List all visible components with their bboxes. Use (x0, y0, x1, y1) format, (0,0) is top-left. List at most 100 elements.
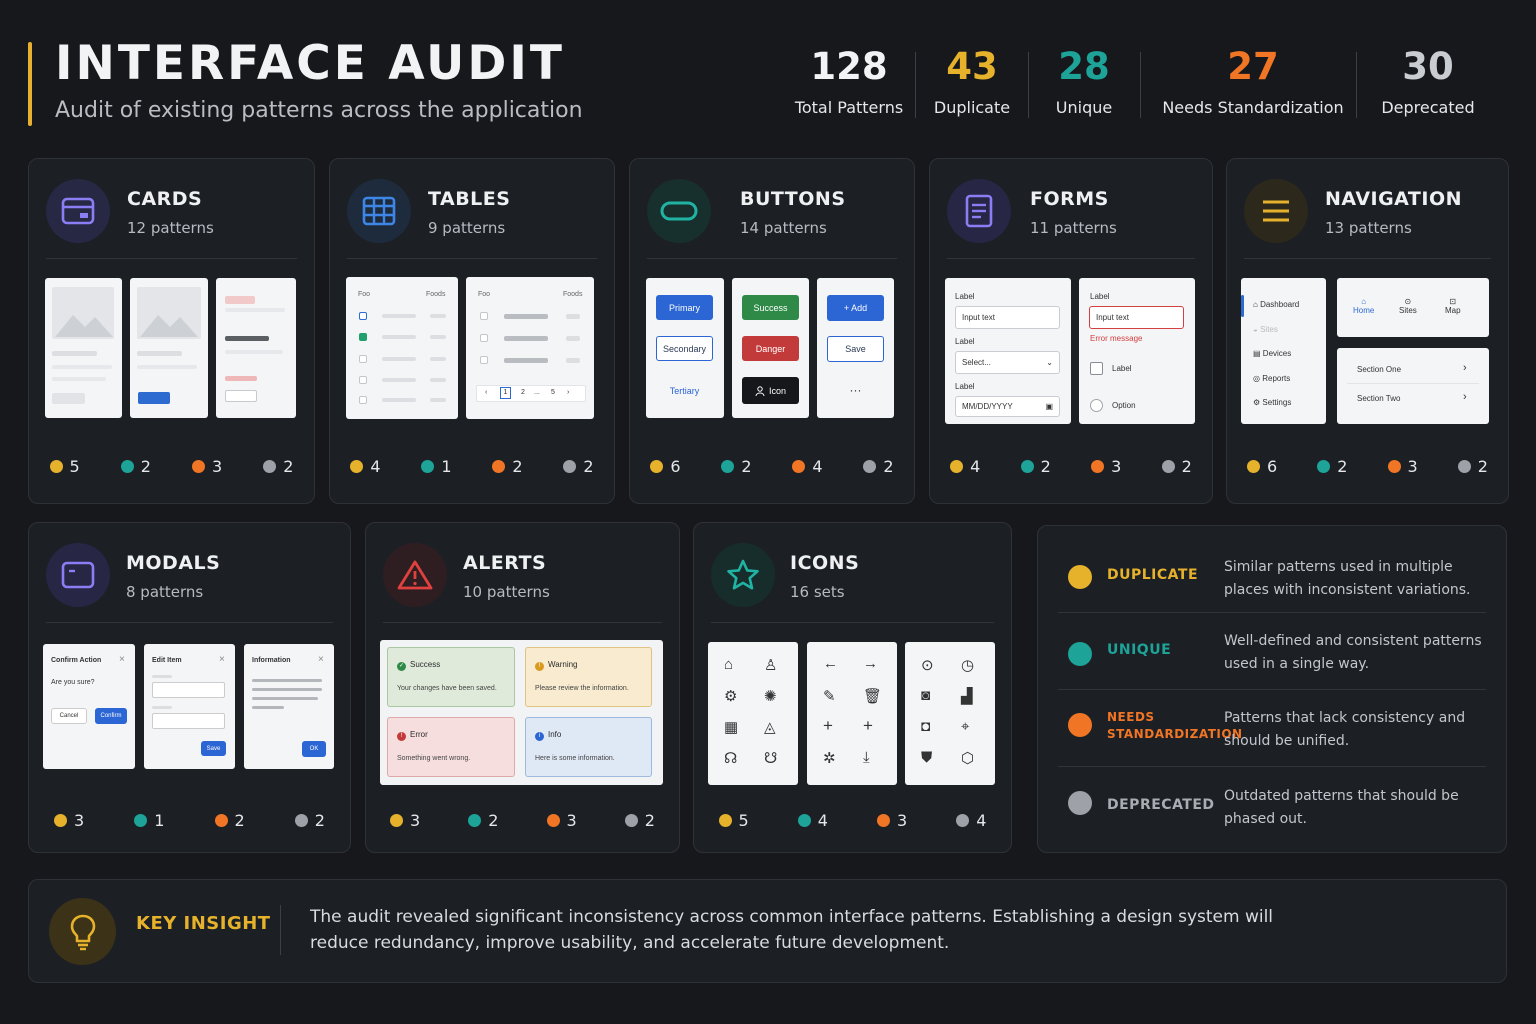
button-preview-3: + Add Save ··· (817, 278, 894, 418)
count-needs-standardization: 3 (192, 457, 222, 476)
count-duplicate: 5 (718, 811, 749, 830)
card-icon (46, 179, 110, 243)
error-icon: ! (397, 732, 406, 741)
edit-icon: ✎ (823, 688, 836, 705)
category-card-cards[interactable]: CARDS 12 patterns 5 2 3 2 (28, 158, 315, 504)
count-needs-standardization: 3 (1091, 457, 1121, 476)
category-count: 16 sets (790, 583, 845, 601)
stat-value: 27 (1227, 45, 1279, 88)
alert-info: i Info Here is some information. (525, 717, 652, 777)
chevron-right-icon: › (1463, 391, 1467, 403)
category-count: 12 patterns (127, 219, 214, 237)
form-preview-1: Label Input text Label Select... ⌄ Label … (945, 278, 1071, 424)
pattern-counts: 5 2 3 2 (29, 457, 314, 476)
sidebar-item-devices: ▤ Devices (1253, 349, 1292, 358)
report-icon: ◎ (1253, 374, 1260, 383)
count-unique: 2 (120, 457, 151, 476)
stat-divider (1356, 52, 1357, 118)
count-unique: 2 (1317, 457, 1347, 476)
arrow-left-icon: ← (823, 655, 838, 672)
category-title: ALERTS (463, 552, 547, 574)
category-title: MODALS (126, 552, 221, 574)
count-deprecated: 2 (294, 811, 325, 830)
download-icon: ⤓ (863, 749, 870, 766)
category-title: NAVIGATION (1325, 188, 1462, 210)
count-unique: 2 (468, 811, 498, 830)
count-deprecated: 2 (624, 811, 655, 830)
modal-preview-confirm: Confirm Action × Are you sure? Cancel Co… (43, 644, 135, 769)
add-icon: + (863, 716, 873, 735)
insight-divider (280, 905, 281, 955)
category-title: TABLES (428, 188, 511, 210)
sidebar-item-reports: ◎ Reports (1253, 374, 1291, 383)
count-deprecated: 2 (1161, 457, 1192, 476)
category-card-navigation[interactable]: NAVIGATION 13 patterns ⌂ Dashboard ◒ Sit… (1226, 158, 1509, 504)
count-duplicate: 5 (49, 457, 80, 476)
pattern-counts: 4 2 3 2 (930, 457, 1212, 476)
close-icon: × (219, 654, 225, 665)
category-card-forms[interactable]: FORMS 11 patterns Label Input text Label… (929, 158, 1213, 504)
legend-item-unique: UNIQUE Well-defined and consistent patte… (1058, 614, 1486, 690)
category-card-tables[interactable]: TABLES 9 patterns Foo Foods Foo Foods ‹ … (329, 158, 615, 504)
category-count: 11 patterns (1030, 219, 1117, 237)
settings-icon: ✺ (764, 688, 777, 705)
header-accent-bar (28, 42, 32, 126)
legend-dot (1068, 642, 1092, 666)
close-icon: × (119, 654, 125, 665)
stat-label: Needs Standardization (1162, 98, 1344, 117)
target-icon: ⊙ (921, 657, 934, 674)
icon-set-1: ⌂ ♙ ⚙ ✺ ▦ ◬ ☊ ☋ (708, 642, 798, 785)
count-deprecated: 4 (956, 811, 986, 830)
tab-home: ⌂ Home (1353, 297, 1375, 315)
stat-unique: 28 Unique (1034, 44, 1134, 117)
instagram-icon: ◙ (921, 687, 931, 704)
tab-map: ⊡ Map (1445, 297, 1461, 315)
modal-preview-edit: Edit Item × Save (144, 644, 235, 769)
stat-value: 43 (946, 45, 998, 88)
trash-icon: 🗑 (863, 688, 883, 705)
count-unique: 1 (421, 457, 452, 476)
home-icon: ⌂ (1361, 297, 1367, 306)
sidebar-item-dashboard: ⌂ Dashboard (1253, 300, 1300, 309)
support-icon: ☋ (764, 750, 778, 767)
home-icon: ⌂ (1253, 300, 1258, 309)
card-preview-3 (216, 278, 296, 418)
alert-warning: ! Warning Please review the information. (525, 647, 652, 707)
count-needs-standardization: 3 (877, 811, 907, 830)
legend-dot (1068, 791, 1092, 815)
sites-icon: ⊙ (1404, 297, 1412, 306)
count-needs-standardization: 3 (546, 811, 577, 830)
badge-icon: ⬡ (961, 750, 975, 767)
category-card-alerts[interactable]: ALERTS 10 patterns ✓ Success Your changes… (365, 522, 680, 853)
stat-deprecated: 30 Deprecated (1370, 44, 1486, 117)
pattern-counts: 5 4 3 4 (694, 811, 1011, 830)
category-card-icons[interactable]: ICONS 16 sets ⌂ ♙ ⚙ ✺ ▦ ◬ ☊ ☋ ← → ✎ 🗑 + … (693, 522, 1012, 853)
location-icon: ⌖ (961, 718, 970, 735)
category-card-modals[interactable]: MODALS 8 patterns Confirm Action × Are y… (28, 522, 351, 853)
gear-icon: ⚙ (1253, 398, 1261, 407)
stat-label: Duplicate (933, 98, 1011, 117)
category-count: 9 patterns (428, 219, 506, 237)
stat-divider (1028, 52, 1029, 118)
category-card-buttons[interactable]: BUTTONS 14 patterns Primary Secondary Te… (629, 158, 915, 504)
camera-icon: ◘ (921, 718, 931, 735)
tab-sites: ⊙ Sites (1399, 297, 1417, 315)
category-count: 13 patterns (1325, 219, 1412, 237)
card-preview-1 (45, 278, 122, 418)
stat-divider (1140, 52, 1141, 118)
icon-set-3: ⊙ ◷ ◙ ▟ ◘ ⌖ ⛊ ⬡ (905, 642, 995, 785)
device-icon: ▤ (1253, 349, 1261, 358)
bell-icon: ◬ (764, 719, 776, 736)
category-count: 8 patterns (126, 583, 204, 601)
card-header: NAVIGATION 13 patterns (1244, 179, 1491, 259)
count-duplicate: 3 (54, 811, 84, 830)
alert-circle-icon: ! (535, 662, 544, 671)
close-icon: × (318, 654, 324, 665)
count-unique: 1 (134, 811, 164, 830)
stat-divider (915, 52, 916, 118)
legend-item-duplicate: DUPLICATE Similar patterns used in multi… (1058, 537, 1486, 613)
alert-previews: ✓ Success Your changes have been saved. !… (380, 640, 663, 785)
warning-icon (383, 543, 447, 607)
icon-set-2: ← → ✎ 🗑 + + ✲ ⤓ (807, 642, 897, 785)
count-deprecated: 2 (863, 457, 894, 476)
